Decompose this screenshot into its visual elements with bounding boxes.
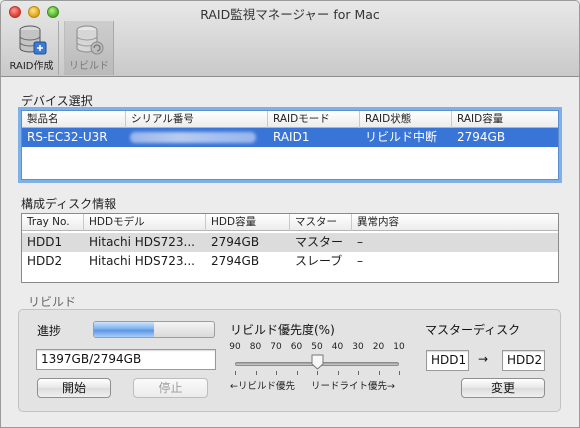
device-table[interactable]: 製品名 シリアル番号 RAIDモード RAID状態 RAID容量 RS-EC32… <box>21 110 559 180</box>
priority-tick-mark <box>255 371 257 375</box>
rebuild-section-title: リビルド <box>28 295 77 309</box>
disk-stack-create-icon <box>19 25 46 55</box>
disk-capacity-cell: 2794GB <box>211 235 260 249</box>
rebuild-group: 進捗 1397GB/2794GB 開始 停止 リビルド優先度(%) 90 80 70… <box>18 309 561 412</box>
master-from-field[interactable]: HDD1 <box>426 350 469 371</box>
blurred-serial-redaction <box>130 132 256 143</box>
priority-tick-mark <box>296 371 298 375</box>
rebuild-toolbar-button[interactable]: リビルド <box>64 21 114 75</box>
master-to-field[interactable]: HDD2 <box>502 350 545 371</box>
column-header-raid-mode[interactable]: RAIDモード <box>268 111 360 128</box>
priority-tick-mark <box>235 371 236 375</box>
column-header-error[interactable]: 異常内容 <box>352 214 558 231</box>
device-table-header: 製品名 シリアル番号 RAIDモード RAID状態 RAID容量 <box>22 111 558 128</box>
column-header-tray[interactable]: Tray No. <box>22 214 84 231</box>
disk-tray-cell: HDD2 <box>27 254 63 268</box>
disk-model-cell: Hitachi HDS723... <box>89 254 195 268</box>
disk-capacity-cell: 2794GB <box>211 254 260 268</box>
priority-tick-mark <box>317 371 318 375</box>
priority-tick-label: 80 <box>249 342 262 352</box>
app-window: RAID監視マネージャー for Mac RAID作成 リビルド デバイス選択 … <box>0 0 580 428</box>
priority-tick-label: 20 <box>372 342 385 352</box>
column-header-product[interactable]: 製品名 <box>22 111 126 128</box>
priority-tick-label: 40 <box>331 342 344 352</box>
priority-tick-label: 90 <box>229 342 241 352</box>
disk-model-cell: Hitachi HDS723... <box>89 235 195 249</box>
column-header-hdd-capacity[interactable]: HDD容量 <box>206 214 290 231</box>
master-disk-label: マスターディスク <box>425 323 521 337</box>
column-header-serial[interactable]: シリアル番号 <box>126 111 268 128</box>
device-row[interactable]: RS-EC32-U3R RAID1 リビルド中断 2794GB <box>22 128 558 147</box>
disk-section-title: 構成ディスク情報 <box>21 197 117 211</box>
disk-table-header: Tray No. HDDモデル HDD容量 マスター 異常内容 <box>22 214 558 231</box>
change-master-button[interactable]: 変更 <box>461 378 545 398</box>
disk-role-cell: マスター <box>295 235 344 249</box>
progress-text-field[interactable]: 1397GB/2794GB <box>36 349 216 370</box>
priority-right-caption: リードライト優先→ <box>311 381 395 392</box>
priority-tick-label: 10 <box>393 342 405 352</box>
progress-label: 進捗 <box>37 324 62 338</box>
disk-row[interactable]: HDD2 Hitachi HDS723... 2794GB スレーブ – <box>22 252 558 271</box>
column-header-raid-status[interactable]: RAID状態 <box>360 111 452 128</box>
disk-table[interactable]: Tray No. HDDモデル HDD容量 マスター 異常内容 HDD1 Hit… <box>21 213 559 283</box>
priority-tick-mark <box>358 371 359 375</box>
raid-create-label: RAID作成 <box>9 61 54 72</box>
priority-tick-mark <box>276 371 277 375</box>
disk-row[interactable]: HDD1 Hitachi HDS723... 2794GB マスター – <box>22 233 558 252</box>
column-header-master[interactable]: マスター <box>290 214 352 231</box>
disk-error-cell: – <box>357 235 363 249</box>
priority-tick-labels: 90 80 70 60 50 40 30 20 10 <box>229 342 409 354</box>
title-bar: RAID監視マネージャー for Mac RAID作成 リビルド <box>1 1 579 77</box>
priority-tick-mark <box>337 371 339 375</box>
disk-error-cell: – <box>357 254 363 268</box>
device-raid-mode-cell: RAID1 <box>273 130 310 144</box>
priority-tick-mark <box>378 371 380 375</box>
priority-left-caption: ←リビルド優先 <box>230 381 295 392</box>
device-capacity-cell: 2794GB <box>457 130 506 144</box>
priority-tick-label: 30 <box>352 342 364 352</box>
column-header-hdd-model[interactable]: HDDモデル <box>84 214 206 231</box>
start-button[interactable]: 開始 <box>37 378 111 398</box>
master-swap-arrow: → <box>478 352 489 366</box>
disk-stack-rebuild-icon <box>76 25 104 55</box>
rebuild-progress-fill <box>94 322 154 337</box>
rebuild-progress-bar <box>93 321 215 338</box>
device-raid-status-cell: リビルド中断 <box>365 130 438 144</box>
stop-button[interactable]: 停止 <box>133 378 208 398</box>
priority-label: リビルド優先度(%) <box>230 323 335 337</box>
device-section-title: デバイス選択 <box>21 94 93 108</box>
disk-role-cell: スレーブ <box>295 254 343 268</box>
priority-tick-mark <box>399 371 400 375</box>
rebuild-toolbar-label: リビルド <box>69 61 109 72</box>
priority-slider-knob[interactable] <box>311 354 324 370</box>
raid-create-toolbar-button[interactable]: RAID作成 <box>5 21 59 75</box>
column-header-raid-capacity[interactable]: RAID容量 <box>452 111 558 128</box>
priority-tick-label: 70 <box>270 342 282 352</box>
priority-tick-label: 60 <box>290 342 303 352</box>
disk-tray-cell: HDD1 <box>27 235 63 249</box>
device-product-cell: RS-EC32-U3R <box>27 130 108 144</box>
priority-tick-label: 50 <box>311 342 323 352</box>
